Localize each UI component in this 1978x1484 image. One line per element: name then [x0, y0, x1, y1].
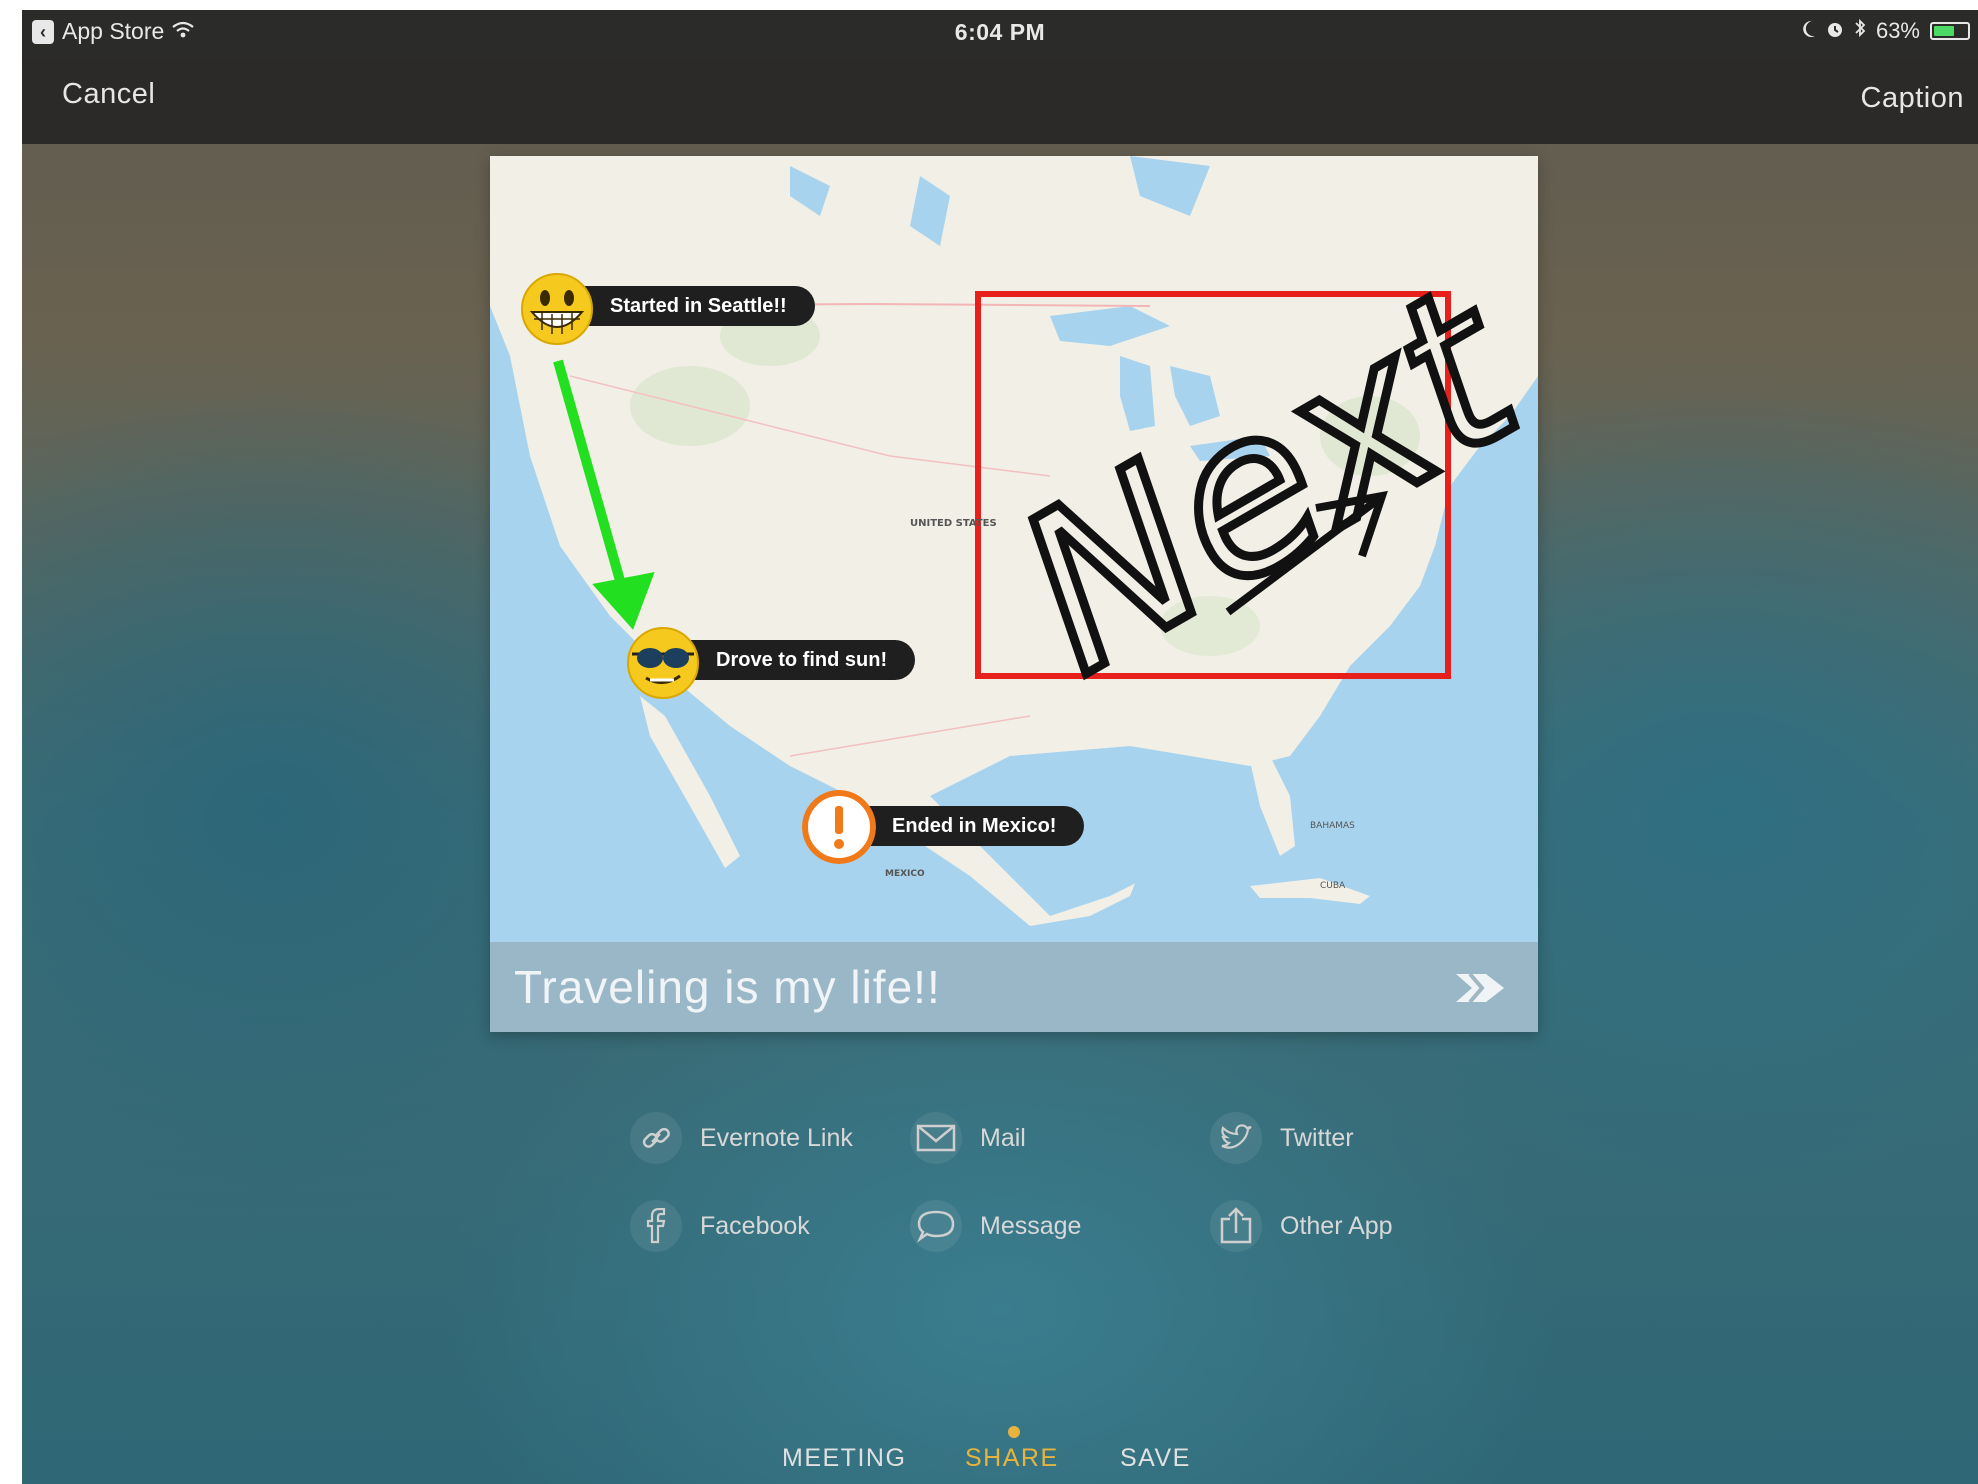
app-screen: ‹ App Store 6:04 PM 63% Cancel Caption N…	[22, 10, 1978, 1484]
moon-icon	[1802, 18, 1816, 44]
share-evernote-link[interactable]: Evernote Link	[630, 1112, 853, 1164]
callout-seattle: Started in Seattle!!	[558, 286, 815, 326]
callout-drove: Drove to find sun!	[664, 640, 916, 680]
battery-icon	[1930, 22, 1970, 40]
map-label-cuba: CUBA	[1320, 881, 1346, 891]
share-mail-label: Mail	[980, 1123, 1026, 1152]
caption-bar[interactable]: Traveling is my life!!	[490, 942, 1538, 1032]
twitter-icon	[1210, 1112, 1262, 1164]
nav-bar: Cancel Caption	[22, 58, 1978, 144]
tab-save[interactable]: SAVE	[1120, 1444, 1191, 1473]
share-other-app[interactable]: Other App	[1210, 1200, 1393, 1252]
link-icon	[630, 1112, 682, 1164]
map-label-us: UNITED STATES	[910, 518, 997, 529]
share-out-icon	[1210, 1200, 1262, 1252]
caption-button[interactable]: Caption	[1861, 82, 1964, 115]
bottom-tab-bar: MEETING SHARE SAVE	[22, 1410, 1978, 1484]
share-mail[interactable]: Mail	[910, 1112, 1026, 1164]
exclamation-marker-icon	[802, 790, 876, 864]
share-message-label: Message	[980, 1211, 1082, 1240]
tab-meeting[interactable]: MEETING	[782, 1444, 906, 1473]
share-message[interactable]: Message	[910, 1200, 1081, 1252]
map-label-mexico: MEXICO	[885, 869, 925, 879]
share-facebook[interactable]: Facebook	[630, 1200, 810, 1252]
facebook-icon	[630, 1200, 682, 1252]
map-image-card: Next UNITED STATES MEXICO BAHAMAS CUBA S…	[490, 156, 1538, 1032]
map-label-bahamas: BAHAMAS	[1310, 821, 1355, 831]
message-icon	[910, 1200, 962, 1252]
grinning-face-icon	[521, 273, 593, 345]
sunglasses-face-icon	[627, 627, 699, 699]
share-evernote-label: Evernote Link	[700, 1123, 853, 1152]
double-chevron-icon[interactable]	[1452, 968, 1510, 1008]
caption-text[interactable]: Traveling is my life!!	[514, 960, 941, 1014]
share-twitter[interactable]: Twitter	[1210, 1112, 1354, 1164]
alarm-icon	[1826, 18, 1844, 44]
status-bar: ‹ App Store 6:04 PM 63%	[22, 10, 1978, 58]
tab-share[interactable]: SHARE	[965, 1444, 1059, 1473]
active-tab-indicator	[1008, 1426, 1020, 1438]
callout-mexico: Ended in Mexico!	[840, 806, 1085, 846]
battery-percent: 63%	[1875, 18, 1920, 43]
share-twitter-label: Twitter	[1280, 1123, 1354, 1152]
cancel-button[interactable]: Cancel	[62, 78, 155, 111]
bluetooth-icon	[1854, 18, 1866, 44]
share-facebook-label: Facebook	[700, 1211, 810, 1240]
mail-icon	[910, 1112, 962, 1164]
share-other-app-label: Other App	[1280, 1211, 1393, 1240]
status-time: 6:04 PM	[954, 19, 1046, 45]
